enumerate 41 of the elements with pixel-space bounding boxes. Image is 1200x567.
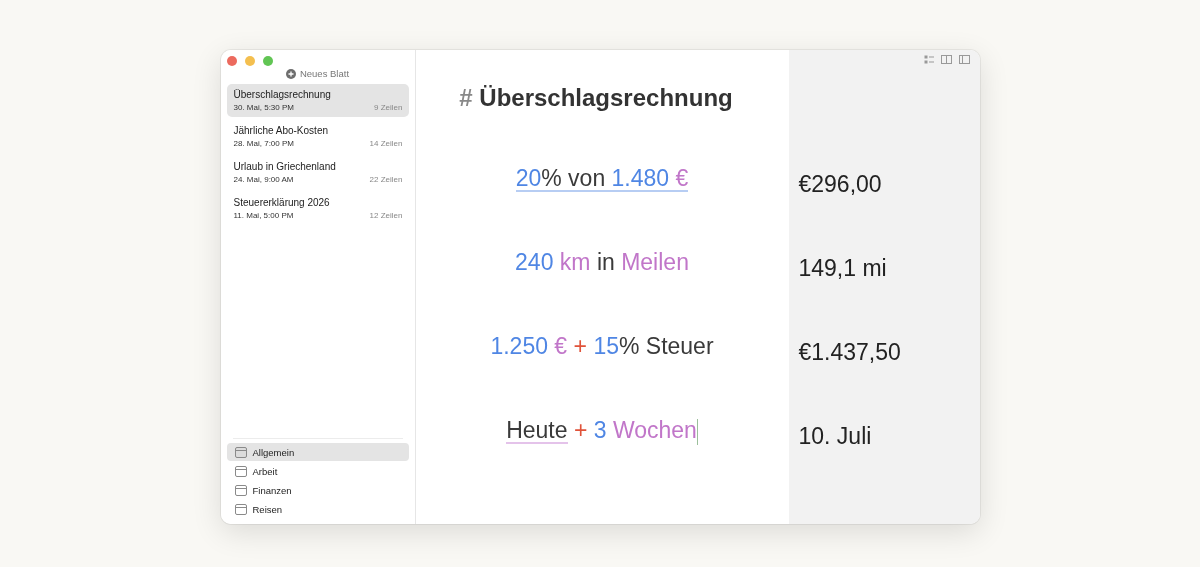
- expression-line: 20% von 1.480 €: [515, 167, 689, 194]
- folder-item[interactable]: Finanzen: [226, 481, 409, 499]
- sheet-title: Urlaub in Griechenland: [233, 161, 337, 172]
- folder-item[interactable]: Allgemein: [226, 443, 409, 461]
- sidebar-icon[interactable]: [958, 55, 970, 64]
- line-count: 22 Zeilen: [369, 175, 403, 184]
- sheet-title: Überschlagsrechnung: [233, 89, 332, 100]
- minimize-button[interactable]: [244, 56, 255, 66]
- result-value: 149,1 mi: [798, 257, 888, 283]
- sheet-item[interactable]: Überschlagsrechnung 30. Mai, 5:30 PM 9 Zeilen: [226, 84, 409, 117]
- folder-item[interactable]: Arbeit: [226, 462, 409, 480]
- sheet-date: 11. Mai, 5:00 PM: [233, 211, 294, 220]
- sheet-title: Jährliche Abo-Kosten: [233, 125, 329, 136]
- expression-line: 240 km in Meilen: [515, 251, 689, 277]
- sheet-item[interactable]: Jährliche Abo-Kosten 28. Mai, 7:00 PM 14 Zeilen: [226, 120, 409, 153]
- close-button[interactable]: [226, 56, 237, 66]
- sheet-title: Steuererklärung 2026: [233, 197, 331, 208]
- line-count: 14 Zeilen: [369, 139, 403, 148]
- expression-line: Heute + 3 Wochen: [506, 419, 698, 447]
- sheet-heading: # Überschlagsrechnung: [459, 84, 733, 113]
- result-value: 10. Juli: [798, 425, 873, 451]
- sheet-item[interactable]: Urlaub in Griechenland 24. Mai, 9:00 AM 22 Zeilen: [226, 156, 409, 189]
- new-sheet-button[interactable]: Neues Blatt: [281, 66, 354, 81]
- sheet-item[interactable]: Steuererklärung 2026 11. Mai, 5:00 PM 12 Zeilen: [226, 192, 409, 225]
- folder-item[interactable]: Reisen: [226, 500, 409, 518]
- list-icon[interactable]: [923, 55, 934, 64]
- plus-icon: [285, 68, 296, 79]
- sheet-date: 28. Mai, 7:00 PM: [233, 139, 294, 148]
- sheet-date: 30. Mai, 5:30 PM: [233, 103, 294, 112]
- expression-line: 1.250 € + 15% Steuer: [490, 335, 714, 361]
- sheet-date: 24. Mai, 9:00 AM: [233, 175, 294, 184]
- book-icon[interactable]: [940, 55, 952, 64]
- line-count: 12 Zeilen: [369, 211, 403, 220]
- folder-icon: [234, 484, 247, 496]
- result-value: €296,00: [798, 173, 883, 199]
- zoom-button[interactable]: [262, 56, 273, 66]
- folder-icon: [234, 465, 247, 477]
- folder-icon: [234, 446, 247, 458]
- folder-icon: [234, 503, 247, 515]
- result-value: €1.437,50: [798, 341, 902, 367]
- line-count: 9 Zeilen: [374, 103, 403, 112]
